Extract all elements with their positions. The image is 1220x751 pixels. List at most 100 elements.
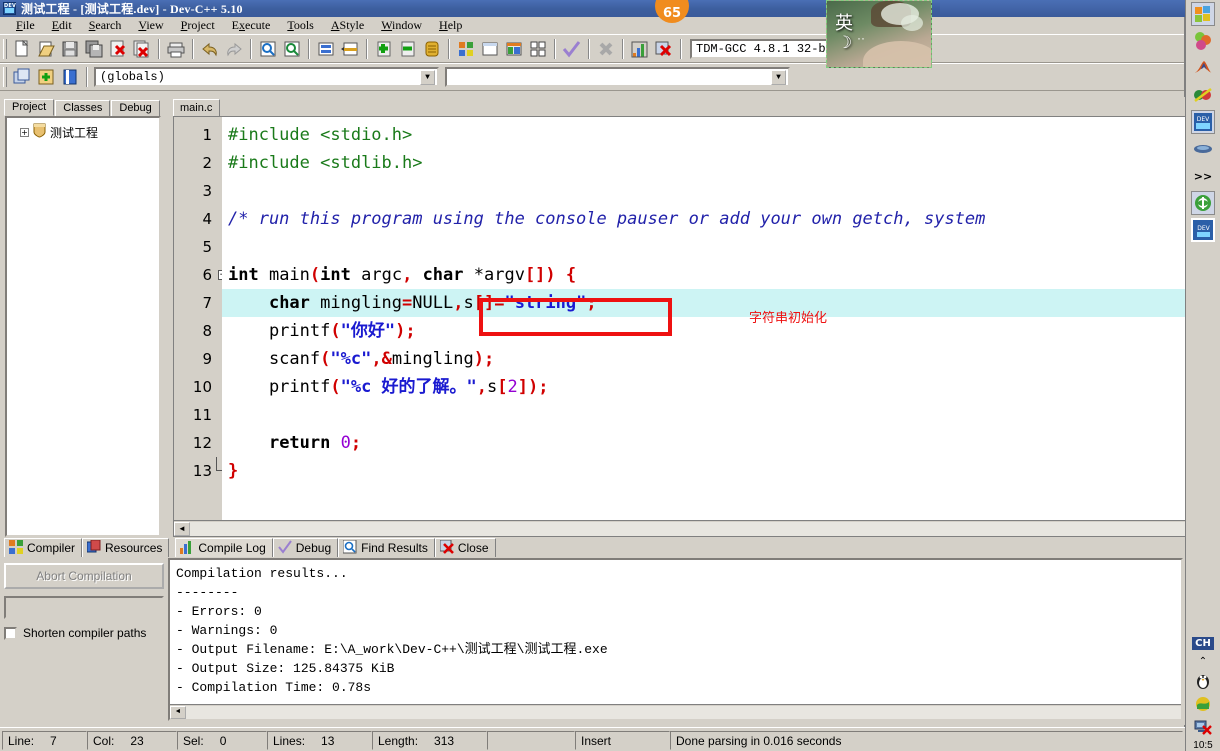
ie-browser-icon[interactable]: [1191, 191, 1215, 215]
redo-icon[interactable]: [223, 38, 245, 60]
tab-find-results[interactable]: Find Results: [338, 538, 435, 557]
ime-floating-window[interactable]: 英 ☽ ··: [826, 0, 932, 68]
find-next-icon[interactable]: [281, 38, 303, 60]
menu-window[interactable]: Window: [373, 17, 431, 34]
toolbar-grip-2[interactable]: [3, 67, 7, 87]
code-area[interactable]: #include <stdio.h> #include <stdlib.h> /*…: [222, 117, 1185, 520]
windows-start-icon[interactable]: [1191, 2, 1215, 26]
close-all-icon[interactable]: [131, 38, 153, 60]
compile-log-output[interactable]: Compilation results... -------- - Errors: …: [168, 558, 1183, 721]
code-line[interactable]: #include <stdio.h>: [222, 121, 1185, 149]
menu-edit[interactable]: Edit: [44, 17, 81, 34]
replace-icon[interactable]: [339, 38, 361, 60]
tab-main-c[interactable]: main.c: [173, 99, 221, 116]
chevron-right-right-icon[interactable]: >>: [1191, 164, 1215, 188]
chevron-down-icon[interactable]: ▼: [771, 70, 786, 85]
code-line[interactable]: }: [222, 457, 1185, 485]
compile-icon[interactable]: [455, 38, 477, 60]
code-token: }: [228, 461, 239, 481]
save-icon[interactable]: [59, 38, 81, 60]
caret-up-icon[interactable]: ⌃: [1191, 654, 1215, 668]
tab-close-panel[interactable]: Close: [434, 538, 496, 557]
code-line[interactable]: char mingling=NULL,s[]="string";: [222, 289, 1185, 317]
tray-clock[interactable]: 10:5: [1193, 740, 1212, 751]
devcpp-icon[interactable]: DEV: [1191, 110, 1215, 134]
compile-and-run-icon[interactable]: [503, 38, 525, 60]
code-line[interactable]: #include <stdlib.h>: [222, 149, 1185, 177]
log-scroll-left-button[interactable]: ◄: [170, 705, 186, 719]
code-line[interactable]: printf("%c 好的了解。",s[2]);: [222, 373, 1185, 401]
tab-classes[interactable]: Classes: [55, 100, 111, 116]
tab-debug[interactable]: Debug: [111, 100, 160, 116]
opera-icon[interactable]: [1191, 83, 1215, 107]
rebuild-all-icon[interactable]: [527, 38, 549, 60]
add-to-project-icon[interactable]: [373, 38, 395, 60]
expander-plus-icon[interactable]: +: [20, 127, 29, 137]
network-error-icon[interactable]: [1191, 717, 1215, 737]
new-project-icon[interactable]: [11, 66, 33, 88]
log-scroll-track[interactable]: [186, 705, 1181, 719]
tab-resources[interactable]: Resources: [82, 538, 170, 557]
open-file-icon[interactable]: [35, 38, 57, 60]
project-tree-root[interactable]: + 测试工程: [11, 123, 155, 141]
tab-debug-log[interactable]: Debug: [272, 538, 339, 557]
menu-view[interactable]: View: [130, 17, 172, 34]
close-file-icon[interactable]: [107, 38, 129, 60]
remove-from-project-icon[interactable]: [397, 38, 419, 60]
menu-tools[interactable]: Tools: [279, 17, 323, 34]
code-line[interactable]: printf("你好");: [222, 317, 1185, 345]
color-balls-icon[interactable]: [1191, 29, 1215, 53]
tab-compiler[interactable]: Compiler: [4, 538, 83, 557]
code-line[interactable]: [222, 177, 1185, 205]
project-manager-icon[interactable]: [59, 66, 81, 88]
abort-compilation-button[interactable]: Abort Compilation: [4, 563, 164, 589]
menu-astyle[interactable]: AStyle: [323, 17, 373, 34]
code-line[interactable]: return 0;: [222, 429, 1185, 457]
ime-mode-label[interactable]: 英: [835, 9, 853, 35]
menu-help[interactable]: Help: [431, 17, 471, 34]
run-icon[interactable]: [479, 38, 501, 60]
undo-icon[interactable]: [199, 38, 221, 60]
code-line[interactable]: [222, 401, 1185, 429]
scroll-track[interactable]: [190, 521, 1185, 536]
code-line[interactable]: [222, 233, 1185, 261]
code-line[interactable]: int main(int argc, char *argv[]) {: [222, 261, 1185, 289]
devcpp-active-icon[interactable]: DEV: [1191, 218, 1215, 242]
class-browser-combo[interactable]: (globals) ▼: [94, 67, 439, 87]
tab-project[interactable]: Project: [4, 99, 55, 116]
symbol-browser-combo[interactable]: ▼: [445, 67, 790, 87]
ime-dots-icon[interactable]: ··: [857, 31, 865, 45]
goto-line-icon[interactable]: [315, 38, 337, 60]
media-icon[interactable]: [1191, 137, 1215, 161]
ime-moon-icon[interactable]: ☽: [837, 33, 852, 53]
menu-project[interactable]: Project: [173, 17, 224, 34]
project-tree[interactable]: + 测试工程: [5, 116, 161, 537]
new-file-icon[interactable]: [11, 38, 33, 60]
editor-horizontal-scrollbar[interactable]: ◄: [174, 520, 1185, 536]
menu-execute[interactable]: Execute: [224, 17, 280, 34]
menu-file[interactable]: FFileile: [8, 17, 44, 34]
save-all-icon[interactable]: [83, 38, 105, 60]
qq-penguin-icon[interactable]: [1191, 671, 1215, 691]
ime-ch-icon[interactable]: CH: [1191, 635, 1215, 651]
code-line[interactable]: /* run this program using the console pa…: [222, 205, 1185, 233]
globe-icon[interactable]: [1191, 694, 1215, 714]
log-horizontal-scrollbar[interactable]: ◄: [170, 704, 1181, 719]
print-icon[interactable]: [165, 38, 187, 60]
profile-icon[interactable]: [629, 38, 651, 60]
tab-compile-log[interactable]: Compile Log: [175, 538, 273, 557]
menu-search[interactable]: Search: [81, 17, 131, 34]
code-line[interactable]: scanf("%c",&mingling);: [222, 345, 1185, 373]
shorten-paths-row[interactable]: Shorten compiler paths: [4, 626, 164, 640]
stop-execution-icon[interactable]: [595, 38, 617, 60]
matlab-icon[interactable]: [1191, 56, 1215, 80]
add-source-icon[interactable]: [35, 66, 57, 88]
syntax-check-icon[interactable]: [561, 38, 583, 60]
delete-profile-icon[interactable]: [653, 38, 675, 60]
chevron-down-icon[interactable]: ▼: [420, 70, 435, 85]
scroll-left-button[interactable]: ◄: [174, 521, 190, 536]
project-options-icon[interactable]: [421, 38, 443, 60]
shorten-paths-checkbox[interactable]: [4, 626, 17, 640]
toolbar-grip[interactable]: [3, 38, 7, 59]
find-icon[interactable]: [257, 38, 279, 60]
